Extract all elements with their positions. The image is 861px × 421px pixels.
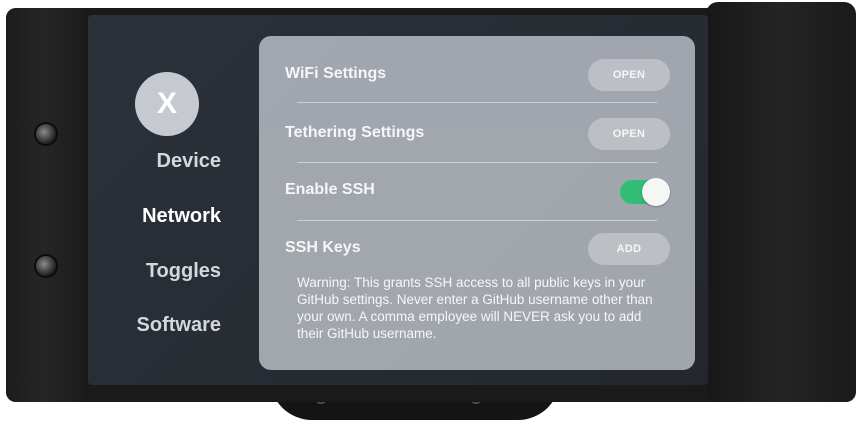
ssh-warning-text: Warning: This grants SSH access to all p… xyxy=(297,275,653,341)
wifi-open-button[interactable]: OPEN xyxy=(588,59,670,91)
housing-left-cap xyxy=(6,8,86,402)
enable-ssh-label: Enable SSH xyxy=(285,181,375,198)
ssh-keys-label: SSH Keys xyxy=(285,239,361,256)
housing-right-cap xyxy=(706,2,856,402)
sidebar-item-device[interactable]: Device xyxy=(88,150,222,173)
divider xyxy=(297,162,657,163)
close-button[interactable]: X xyxy=(135,72,199,136)
screw-icon xyxy=(34,122,58,146)
divider xyxy=(297,220,657,221)
ssh-keys-row: SSH Keys ADD xyxy=(285,231,670,271)
sidebar-item-network[interactable]: Network xyxy=(88,205,221,228)
enable-ssh-toggle[interactable] xyxy=(620,178,670,206)
device-screen: X Device Network Toggles Software WiFi S… xyxy=(88,15,708,385)
screw-icon xyxy=(34,254,58,278)
divider xyxy=(297,102,657,103)
enable-ssh-row: Enable SSH xyxy=(285,173,670,213)
device-photo: X Device Network Toggles Software WiFi S… xyxy=(0,0,861,421)
sidebar-item-software[interactable]: Software xyxy=(88,314,221,337)
network-settings-panel: WiFi Settings OPEN Tethering Settings OP… xyxy=(259,36,695,370)
wifi-settings-label: WiFi Settings xyxy=(285,65,387,82)
ssh-keys-add-button[interactable]: ADD xyxy=(588,233,670,265)
sidebar-item-toggles[interactable]: Toggles xyxy=(88,260,221,283)
tethering-open-button[interactable]: OPEN xyxy=(588,118,670,150)
wifi-settings-row: WiFi Settings OPEN xyxy=(285,57,670,97)
tethering-settings-row: Tethering Settings OPEN xyxy=(285,116,670,156)
close-icon: X xyxy=(156,87,177,120)
toggle-knob xyxy=(642,178,670,206)
tethering-settings-label: Tethering Settings xyxy=(285,124,425,141)
